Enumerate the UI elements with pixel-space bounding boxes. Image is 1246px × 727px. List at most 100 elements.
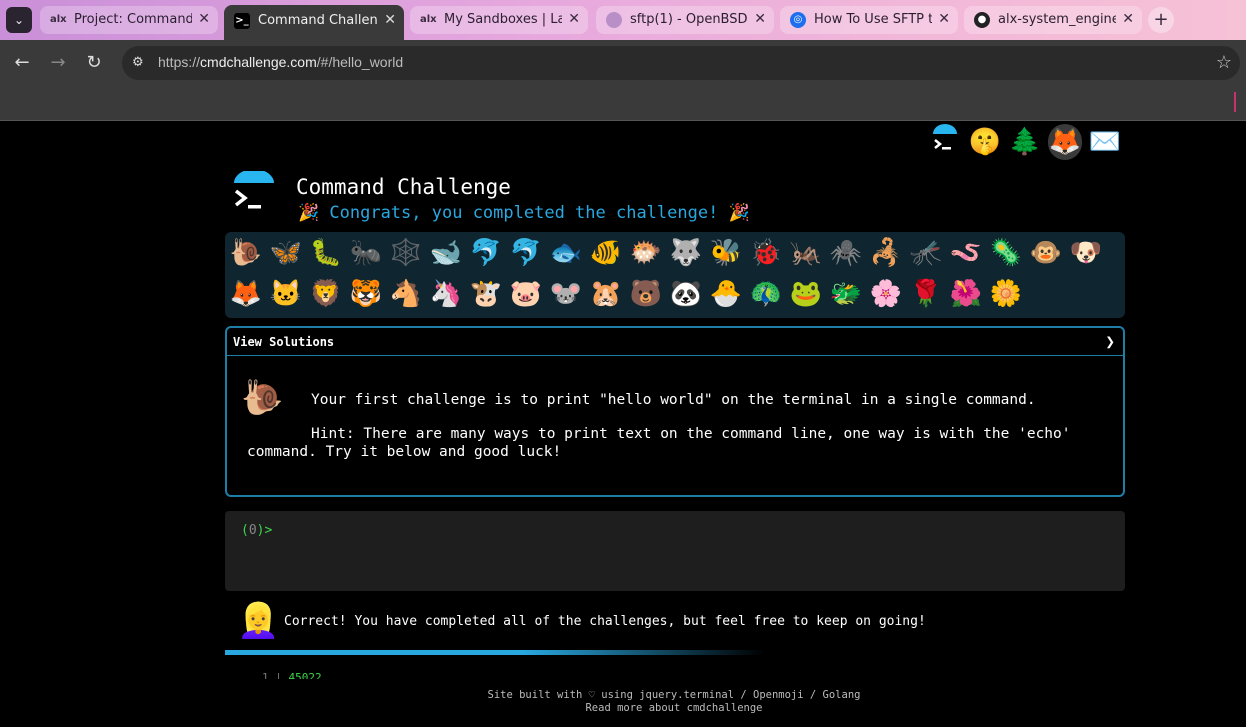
site-settings-icon[interactable]: ⚙ (132, 55, 148, 71)
challenge-animal-icon[interactable]: 🐛 (308, 235, 344, 271)
challenge-animal-icon[interactable]: 🌼 (988, 276, 1024, 312)
tab-how-to-use-sftp[interactable]: ◎ How To Use SFTP to S ✕ (780, 6, 958, 34)
progress-bar (225, 650, 765, 655)
digitalocean-favicon-icon: ◎ (790, 12, 806, 28)
new-tab-button[interactable]: + (1148, 7, 1174, 33)
close-icon[interactable]: ✕ (1122, 11, 1134, 27)
challenge-animal-icon[interactable]: 🐭 (548, 276, 584, 312)
alx-favicon-icon: alx (420, 14, 437, 25)
challenge-animal-icon[interactable]: 🐺 (668, 235, 704, 271)
tree-icon[interactable]: 🌲 (1008, 124, 1042, 160)
challenge-animal-icon[interactable]: 🐸 (788, 276, 824, 312)
challenge-animal-icon[interactable]: 🦋 (268, 235, 304, 271)
challenge-animal-icon[interactable]: 🪱 (948, 235, 984, 271)
partial-code: 45022 (288, 671, 322, 679)
congrats-message: 🎉 Congrats, you completed the challenge!… (298, 203, 750, 223)
address-bar[interactable]: ⚙ https://cmdchallenge.com/#/hello_world… (122, 46, 1240, 80)
challenge-animal-icon[interactable]: 🐞 (748, 235, 784, 271)
challenge-animal-icon[interactable]: 🐯 (348, 276, 384, 312)
partial-output: 1 | 45022 (262, 671, 322, 679)
tab-label: sftp(1) - OpenBSD ma (630, 12, 748, 27)
close-icon[interactable]: ✕ (384, 12, 396, 28)
challenge-animal-icon[interactable]: 🌺 (948, 276, 984, 312)
challenge-animal-icon[interactable]: 🦄 (428, 276, 464, 312)
footer-credits: Site built with ♡ using jquery.terminal … (487, 689, 861, 701)
github-favicon-icon: ● (974, 12, 990, 28)
challenge-animal-icon[interactable]: 🦊 (228, 276, 264, 312)
reload-icon[interactable]: ↻ (83, 52, 105, 74)
challenge-animal-icon[interactable]: 🐮 (468, 276, 504, 312)
snail-icon: 🐌 (241, 378, 284, 418)
bookmark-star-icon[interactable]: ☆ (1216, 52, 1232, 73)
tab-search-button[interactable]: ⌄ (6, 7, 32, 33)
terminal-input[interactable]: (0)> (225, 511, 1125, 591)
challenge-animal-icon[interactable]: 🐶 (1068, 235, 1104, 271)
close-icon[interactable]: ✕ (938, 11, 950, 27)
openbsd-favicon-icon (606, 12, 622, 28)
footer-read-more-link[interactable]: Read more about cmdchallenge (0, 702, 1246, 714)
url-host: cmdchallenge.com (200, 54, 317, 70)
challenge-animal-icon[interactable]: 🐱 (268, 276, 304, 312)
view-solutions-label: View Solutions (233, 335, 335, 349)
tab-label: Command Challenge! (258, 13, 378, 28)
challenge-animal-icon[interactable]: 🐟 (548, 235, 584, 271)
challenge-animal-icon[interactable]: 🐡 (628, 235, 664, 271)
challenge-animal-icon[interactable]: 🐬 (468, 235, 504, 271)
tab-project-command-line[interactable]: alx Project: Command lin ✕ (40, 6, 218, 34)
close-icon[interactable]: ✕ (754, 11, 766, 27)
challenge-animal-icon[interactable]: 🌸 (868, 276, 904, 312)
correct-message-text: Correct! You have completed all of the c… (284, 614, 926, 629)
challenge-hint: Hint: There are many ways to print text … (247, 426, 1071, 460)
tab-alx-system-engineering[interactable]: ● alx-system_engineeri ✕ (964, 6, 1142, 34)
challenge-animal-icon[interactable]: 🦂 (868, 235, 904, 271)
challenge-animal-icon[interactable]: 🌹 (908, 276, 944, 312)
url-text[interactable]: https://cmdchallenge.com/#/hello_world (158, 54, 403, 70)
challenge-animal-icon[interactable]: 🐜 (348, 235, 384, 271)
challenge-animal-icon[interactable]: 🦗 (788, 235, 824, 271)
tab-label: Project: Command lin (74, 12, 192, 27)
challenge-animal-icon[interactable]: 🐵 (1028, 235, 1064, 271)
challenge-animal-icon[interactable]: 🦟 (908, 235, 944, 271)
cmdchallenge-logo-icon[interactable] (928, 124, 962, 160)
gitlab-fox-icon[interactable]: 🦊 (1048, 124, 1082, 160)
shushing-face-icon[interactable]: 🤫 (968, 124, 1002, 160)
challenge-animal-icon[interactable]: 🐹 (588, 276, 624, 312)
tab-my-sandboxes[interactable]: alx My Sandboxes | Lago ✕ (410, 6, 588, 34)
challenge-animal-icon[interactable]: 🐷 (508, 276, 544, 312)
challenge-animal-icon[interactable]: 🕸️ (388, 235, 424, 271)
url-path: /#/hello_world (316, 54, 404, 70)
challenge-progress-grid: 🐌 🦋 🐛 🐜 🕸️ 🐋 🐬 🐬 🐟 🐠 🐡 🐺 🐝 🐞 🦗 🕷️ 🦂 🦟 🪱 🦠 🐵 🐶 🦊 🐱 🦁 🐯 🐴 🦄 🐮 🐷 🐭 🐹 🐻 🐼 🐣 🦚 🐸 🐲… (225, 232, 1125, 318)
result-message: 👱‍♀️ Correct! You have completed all of … (225, 599, 1125, 645)
terminal-favicon-icon: >_ (234, 13, 250, 29)
bookmark-bar-marker (1234, 92, 1236, 112)
challenge-panel: View Solutions ❯ 🐌 Your first challenge … (225, 326, 1125, 497)
url-prefix: https:// (158, 54, 201, 70)
challenge-animal-icon[interactable]: 🐠 (588, 235, 624, 271)
tab-sftp-openbsd[interactable]: sftp(1) - OpenBSD ma ✕ (596, 6, 774, 34)
challenge-animal-icon[interactable]: 🐲 (828, 276, 864, 312)
challenge-animal-icon[interactable]: 🦁 (308, 276, 344, 312)
close-icon[interactable]: ✕ (198, 11, 210, 27)
forward-arrow-icon[interactable]: → (47, 52, 69, 74)
page-content: 🤫 🌲 🦊 ✉️ Command Challenge 🎉 Congrats, y… (0, 121, 1246, 727)
challenge-animal-icon[interactable]: 🐌 (228, 235, 264, 271)
challenge-animal-icon[interactable]: 🐻 (628, 276, 664, 312)
challenge-animal-icon[interactable]: 🦚 (748, 276, 784, 312)
back-arrow-icon[interactable]: ← (11, 52, 33, 74)
email-icon[interactable]: ✉️ (1088, 124, 1122, 160)
close-icon[interactable]: ✕ (568, 11, 580, 27)
prompt-close: )> (256, 523, 273, 538)
challenge-animal-icon[interactable]: 🦠 (988, 235, 1024, 271)
challenge-animal-icon[interactable]: 🕷️ (828, 235, 864, 271)
browser-toolbar: ← → ↻ ⚙ https://cmdchallenge.com/#/hello… (0, 40, 1246, 85)
challenge-animal-icon[interactable]: 🐴 (388, 276, 424, 312)
challenge-animal-icon[interactable]: 🐝 (708, 235, 744, 271)
challenge-animal-icon[interactable]: 🐬 (508, 235, 544, 271)
challenge-animal-icon[interactable]: 🐣 (708, 276, 744, 312)
challenge-animal-icon[interactable]: 🐼 (668, 276, 704, 312)
tab-command-challenge[interactable]: >_ Command Challenge! ✕ (224, 5, 404, 40)
challenge-animal-icon[interactable]: 🐋 (428, 235, 464, 271)
page-title: Command Challenge (296, 175, 511, 199)
chevron-right-icon[interactable]: ❯ (1105, 332, 1115, 351)
view-solutions-toggle[interactable]: View Solutions ❯ (227, 328, 1123, 356)
